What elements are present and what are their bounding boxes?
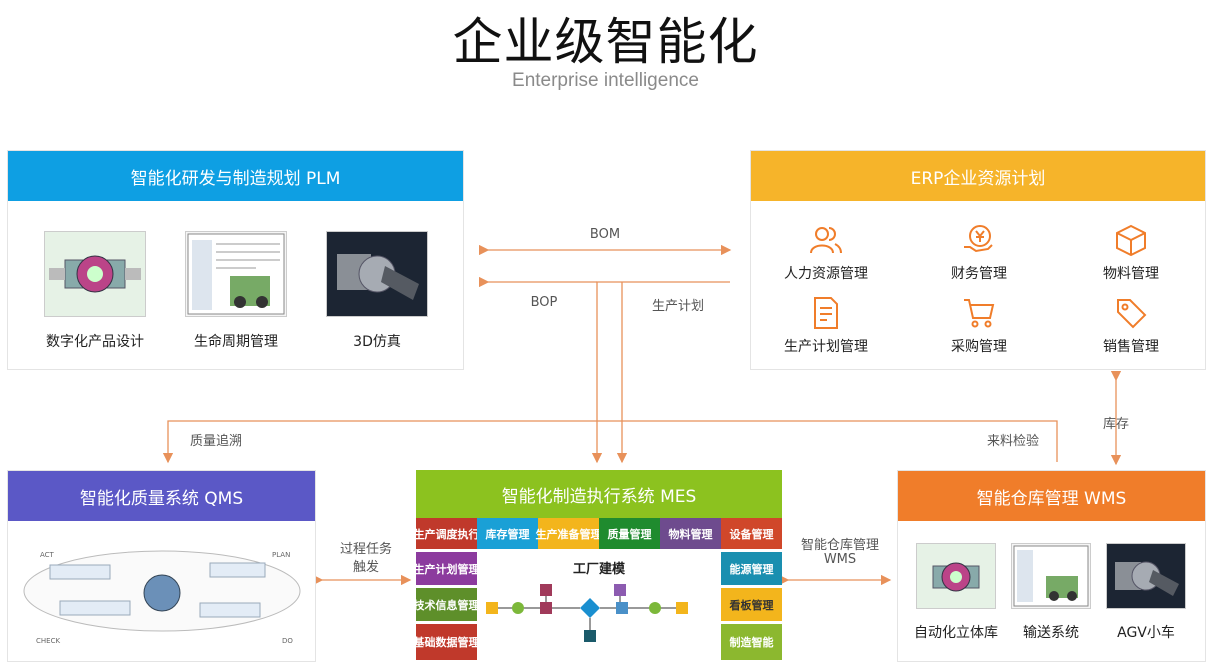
mes-panel: 智能化制造执行系统 MES 生产调度执行 库存管理 生产准备管理 质量管理 物料… — [414, 470, 782, 662]
tag-icon — [1117, 299, 1147, 329]
wms-title: 智能仓库管理 WMS — [898, 471, 1205, 521]
lifecycle-image — [185, 231, 287, 317]
erp-item: 财务管理 — [919, 223, 1039, 283]
mes-module: 基础数据管理 — [414, 624, 480, 660]
mes-module: 设备管理 — [721, 518, 782, 549]
plan-label: 生产计划 — [651, 299, 704, 314]
wms-link-label-1: 智能仓库管理 — [800, 538, 879, 553]
erp-title: ERP企业资源计划 — [751, 151, 1205, 201]
mes-module: 技术信息管理 — [414, 588, 480, 621]
inventory-label: 库存 — [1102, 417, 1129, 432]
process-label-2: 触发 — [352, 560, 379, 575]
mes-module: 物料管理 — [660, 518, 721, 549]
people-icon — [810, 227, 842, 254]
mes-module: 看板管理 — [721, 588, 782, 621]
erp-item-label: 销售管理 — [1103, 339, 1159, 355]
bom-label: BOM — [589, 227, 621, 242]
qms-title: 智能化质量系统 QMS — [8, 471, 315, 521]
erp-panel: ERP企业资源计划 人力资源管理 财务管理 物料管理 生产计划管理 采购管理 销… — [750, 150, 1206, 370]
agv-image — [1106, 543, 1186, 609]
mes-module: 质量管理 — [599, 518, 660, 549]
erp-item: 生产计划管理 — [766, 296, 886, 356]
process-flow-diagram — [486, 584, 688, 642]
erp-item-label: 物料管理 — [1103, 266, 1159, 282]
erp-item-label: 生产计划管理 — [784, 339, 868, 355]
mes-module: 能源管理 — [721, 552, 782, 585]
3d-simulation-image — [326, 231, 428, 317]
pdca-plan-label: PLAN — [272, 551, 290, 559]
factory-modeling-label: 工厂建模 — [572, 562, 625, 577]
qms-panel: 智能化质量系统 QMS ACT PLAN CHECK DO — [7, 470, 316, 662]
mes-module: 生产计划管理 — [414, 552, 480, 585]
quality-arrow — [162, 420, 1058, 464]
pdca-cycle-diagram: ACT PLAN CHECK DO — [23, 550, 301, 645]
factory-modeling-area: 工厂建模 — [480, 552, 718, 660]
erp-item-label: 采购管理 — [951, 339, 1007, 355]
pdca-act-label: ACT — [40, 551, 55, 559]
pdca-do-label: DO — [282, 637, 293, 645]
erp-item: 物料管理 — [1071, 223, 1191, 283]
document-icon — [814, 297, 838, 329]
product-design-image — [44, 231, 146, 317]
warehouse-image — [916, 543, 996, 609]
wms-panel: 智能仓库管理 WMS 自动化立体库 输送系统 AGV小车 — [897, 470, 1206, 662]
plm-item-label: 生命周期管理 — [194, 334, 278, 350]
mes-module: 库存管理 — [477, 518, 538, 549]
mes-module: 制造智能 — [721, 624, 782, 660]
mes-title: 智能化制造执行系统 MES — [416, 470, 782, 518]
erp-item-label: 人力资源管理 — [784, 266, 868, 282]
incoming-inspection-label: 来料检验 — [986, 434, 1039, 449]
finance-icon — [964, 225, 993, 253]
plm-item-label: 3D仿真 — [353, 334, 401, 350]
quality-trace-label: 质量追溯 — [189, 434, 242, 449]
mes-module: 生产调度执行 — [414, 518, 480, 549]
mes-module: 生产准备管理 — [536, 518, 602, 549]
process-label-1: 过程任务 — [339, 542, 392, 557]
erp-item: 采购管理 — [919, 296, 1039, 356]
wms-link-label-2: WMS — [823, 552, 857, 567]
erp-item-label: 财务管理 — [951, 266, 1007, 282]
plm-title: 智能化研发与制造规划 PLM — [8, 151, 463, 201]
cart-icon — [964, 299, 995, 328]
wms-item-label: AGV小车 — [1117, 625, 1175, 641]
plm-panel: 智能化研发与制造规划 PLM 数字化产品设计 生命周期管理 3D仿真 — [7, 150, 464, 370]
erp-item: 人力资源管理 — [766, 223, 886, 283]
pdca-check-label: CHECK — [36, 637, 60, 645]
plm-item-label: 数字化产品设计 — [46, 334, 144, 350]
conveyor-image — [1011, 543, 1091, 609]
erp-item: 销售管理 — [1071, 296, 1191, 356]
bop-label: BOP — [530, 295, 558, 310]
box-icon — [1116, 224, 1146, 257]
